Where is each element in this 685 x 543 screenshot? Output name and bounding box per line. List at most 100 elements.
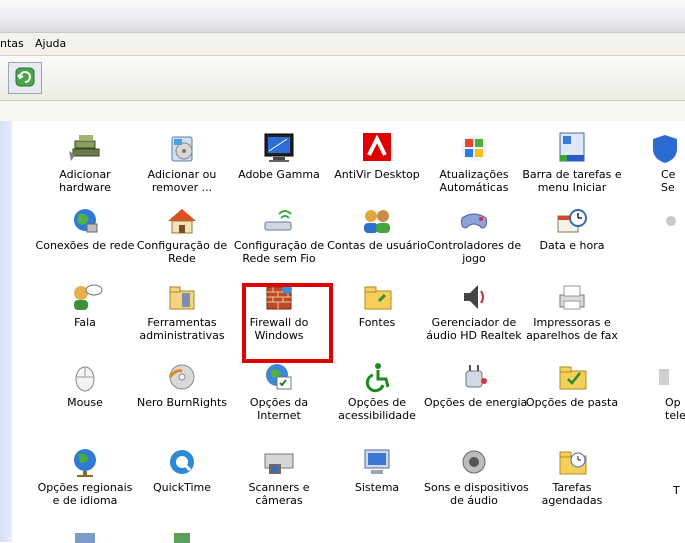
cp-item-controladores-jogo[interactable]: Controladores de jogo: [424, 206, 524, 265]
scheduled-tasks-icon: [559, 451, 587, 475]
cp-item-label: Opções de pasta: [525, 396, 619, 409]
cp-item-fontes[interactable]: Fontes: [327, 281, 427, 329]
network-setup-icon: [168, 209, 196, 234]
security-center-icon: [653, 135, 677, 163]
partial-icon: [75, 533, 95, 543]
cp-item-label: Configuração de Rede: [136, 239, 228, 265]
adobe-gamma-icon: [264, 133, 294, 162]
cp-item-label: Fala: [74, 316, 96, 329]
cp-item-label: Adobe Gamma: [238, 168, 320, 181]
cp-item-conexoes-rede[interactable]: Conexões de rede: [35, 206, 135, 252]
nero-icon: [168, 364, 195, 390]
menu-tools[interactable]: ntas: [0, 37, 24, 50]
cp-item-row6-1[interactable]: [35, 529, 135, 543]
realtek-audio-icon: [464, 285, 484, 309]
cp-item-label: Opções da Internet: [249, 396, 309, 422]
windows-update-icon: [461, 135, 487, 161]
cp-item-label: Opções de acessibilidade: [338, 396, 416, 422]
cp-item-label: T: [673, 484, 680, 497]
cp-item-fala[interactable]: Fala: [35, 281, 135, 329]
cp-item-barra-tarefas[interactable]: Barra de tarefas e menu Iniciar: [522, 131, 622, 194]
cp-item-opcoes-energia[interactable]: Opções de energia: [424, 361, 528, 409]
cp-item-partial-row2[interactable]: [619, 206, 679, 236]
cp-item-realtek-audio[interactable]: Gerenciador de áudio HD Realtek: [424, 281, 524, 342]
cp-item-configuracao-rede[interactable]: Configuração de Rede: [132, 206, 232, 265]
toolbar: [0, 56, 685, 101]
cp-item-row6-2[interactable]: [132, 529, 232, 543]
fonts-folder-icon: [364, 286, 392, 310]
cp-item-label: Impressoras e aparelhos de fax: [526, 316, 618, 342]
cp-item-adobe-gamma[interactable]: Adobe Gamma: [229, 131, 329, 181]
cp-item-label: Tarefas agendadas: [541, 481, 603, 507]
cp-item-sons-dispositivos[interactable]: Sons e dispositivos de áudio: [424, 446, 529, 507]
mouse-icon: [75, 366, 95, 392]
cp-item-label: Atualizações Automáticas: [439, 168, 509, 194]
cp-item-opcoes-acessibilidade[interactable]: Opções de acessibilidade: [327, 361, 427, 422]
cp-item-label: Conexões de rede: [35, 239, 135, 252]
game-controller-icon: [461, 213, 487, 229]
toolbar-button[interactable]: [8, 62, 42, 94]
menu-help[interactable]: Ajuda: [35, 37, 66, 50]
cp-item-adicionar-remover[interactable]: Adicionar ou remover ...: [132, 131, 232, 194]
cp-item-partial-row5[interactable]: T: [619, 446, 680, 497]
cp-item-label: Data e hora: [539, 239, 605, 252]
hardware-icon: [69, 135, 100, 161]
cp-item-opcoes-internet[interactable]: Opções da Internet: [229, 361, 329, 422]
cp-item-label: Ferramentas administrativas: [139, 316, 225, 342]
cp-item-nero[interactable]: Nero BurnRights: [132, 361, 232, 409]
cp-item-antivir[interactable]: AntiVir Desktop: [327, 131, 427, 181]
cp-item-label: Sistema: [354, 481, 400, 494]
system-icon: [364, 449, 390, 474]
cp-item-label: Opções regionais e de idioma: [37, 481, 133, 507]
internet-options-icon: [266, 364, 292, 390]
cp-item-label: Gerenciador de áudio HD Realtek: [426, 316, 522, 342]
cp-item-label: Nero BurnRights: [136, 396, 228, 409]
refresh-icon: [15, 67, 35, 87]
cp-item-mouse[interactable]: Mouse: [35, 361, 135, 409]
power-options-icon: [465, 365, 487, 388]
cp-item-label: AntiVir Desktop: [334, 168, 420, 181]
cp-item-config-rede-sem-fio[interactable]: Configuração de Rede sem Fio: [229, 206, 329, 265]
printers-icon: [559, 285, 585, 310]
cp-item-label: Adicionar hardware: [59, 168, 111, 194]
cp-item-contas-usuario[interactable]: Contas de usuário: [327, 206, 427, 252]
phone-modem-icon: [659, 369, 669, 385]
cp-item-label: Ce Se: [661, 168, 676, 194]
cp-item-label: Controladores de jogo: [426, 239, 522, 265]
sounds-icon: [462, 450, 486, 474]
cp-item-ferramentas-admin[interactable]: Ferramentas administrativas: [132, 281, 232, 342]
taskbar-icon: [559, 132, 585, 162]
cp-item-label: Sons e dispositivos de áudio: [424, 481, 529, 507]
cp-item-label: Opções de energia: [424, 396, 528, 409]
user-accounts-icon: [364, 210, 390, 233]
cp-item-label: Fontes: [358, 316, 396, 329]
cp-item-central-seguranca[interactable]: Ce Se: [619, 131, 679, 194]
partial-icon: [174, 533, 190, 543]
antivir-icon: [363, 133, 391, 161]
cp-item-label: Scanners e câmeras: [248, 481, 310, 507]
cp-item-label: Mouse: [67, 396, 103, 409]
cp-item-quicktime[interactable]: QuickTime: [132, 446, 232, 494]
add-remove-programs-icon: [171, 136, 193, 162]
cp-item-label: Contas de usuário: [327, 239, 427, 252]
cp-item-tarefas-agendadas[interactable]: Tarefas agendadas: [522, 446, 622, 507]
cp-item-data-hora[interactable]: Data e hora: [522, 206, 622, 252]
cp-item-impressoras-fax[interactable]: Impressoras e aparelhos de fax: [522, 281, 622, 342]
cp-item-opcoes-telefone[interactable]: Optelefo: [619, 361, 685, 422]
admin-tools-icon: [169, 286, 195, 310]
header-gap: [0, 101, 685, 121]
cp-item-sistema[interactable]: Sistema: [327, 446, 427, 494]
cp-item-label: Adicionar ou remover ...: [147, 168, 217, 194]
wireless-setup-icon: [264, 210, 292, 231]
cp-item-opcoes-pasta[interactable]: Opções de pasta: [522, 361, 622, 409]
control-panel-items: Adicionar hardware Adicionar ou remover ..…: [12, 121, 685, 543]
quicktime-icon: [170, 450, 194, 474]
highlight-box: [242, 283, 333, 363]
cp-item-adicionar-hardware[interactable]: Adicionar hardware: [35, 131, 135, 194]
partial-icon: [666, 216, 676, 226]
cp-item-scanners-cameras[interactable]: Scanners e câmeras: [229, 446, 329, 507]
cp-item-label: Optelefo: [665, 396, 685, 422]
window-titlebar: [0, 0, 685, 33]
cp-item-opcoes-regionais[interactable]: Opções regionais e de idioma: [35, 446, 135, 507]
cp-item-atualizacoes[interactable]: Atualizações Automáticas: [424, 131, 524, 194]
